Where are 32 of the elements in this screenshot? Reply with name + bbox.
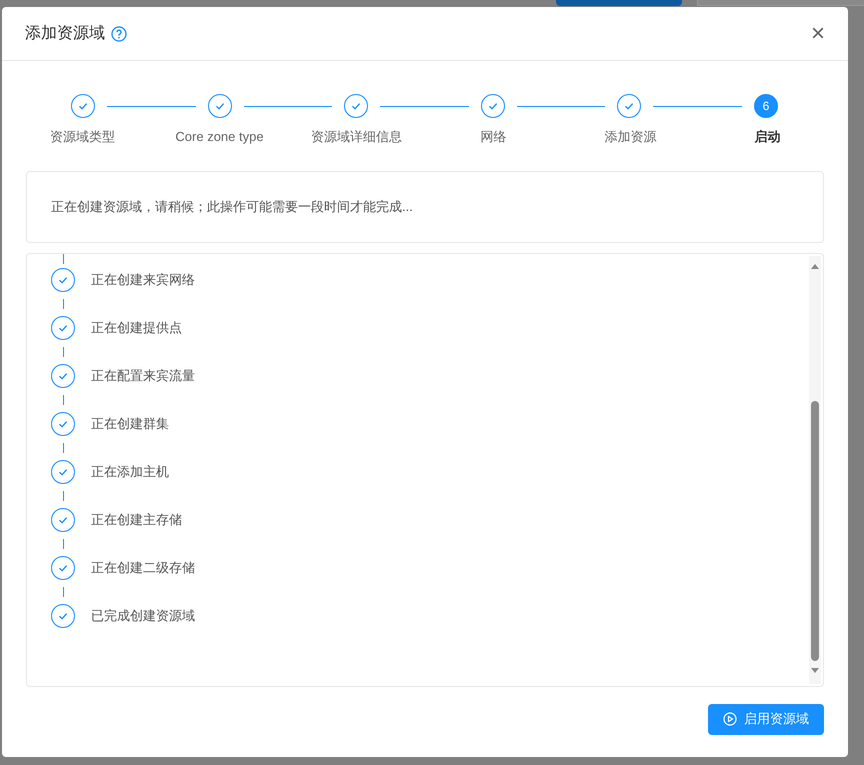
dialog-title: 添加资源域 — [25, 24, 105, 44]
timeline-line — [63, 490, 64, 500]
step-label: 启动 — [754, 128, 782, 146]
log-entry: 正在添加主机 — [91, 462, 169, 481]
log-entry: 正在创建提供点 — [91, 318, 182, 337]
log-entry: 正在创建群集 — [91, 414, 169, 433]
log-entry: 已完成创建资源域 — [91, 606, 195, 625]
scroll-up-icon[interactable] — [810, 262, 820, 272]
log-entry: 正在创建二级存储 — [91, 558, 195, 577]
status-message: 正在创建资源域，请稍候；此操作可能需要一段时间才能完成... — [51, 198, 413, 216]
timeline-line — [63, 586, 64, 596]
timeline-line — [63, 254, 64, 264]
scrollbar-thumb[interactable] — [811, 400, 819, 660]
step-label: 资源域类型 — [49, 128, 116, 146]
timeline-line — [63, 394, 64, 404]
step-label: Core zone type — [174, 128, 265, 146]
step-label: 资源域详细信息 — [310, 128, 403, 146]
timeline-line — [63, 442, 64, 452]
timeline-line — [63, 538, 64, 548]
step-number: 6 — [754, 94, 778, 118]
scrollbar[interactable] — [809, 256, 821, 684]
enable-zone-button[interactable]: 启用资源域 — [708, 704, 824, 734]
step-label: 网络 — [480, 128, 508, 146]
log-entry: 正在配置来宾流量 — [91, 366, 195, 385]
log-entry: 正在创建主存储 — [91, 510, 182, 529]
timeline-line — [63, 298, 64, 308]
help-icon — [111, 26, 127, 42]
timeline-line — [63, 346, 64, 356]
close-button[interactable]: × — [810, 22, 825, 46]
log-entry: 正在创建来宾网络 — [91, 270, 195, 289]
step-label: 添加资源 — [604, 128, 658, 146]
play-icon — [723, 712, 737, 726]
